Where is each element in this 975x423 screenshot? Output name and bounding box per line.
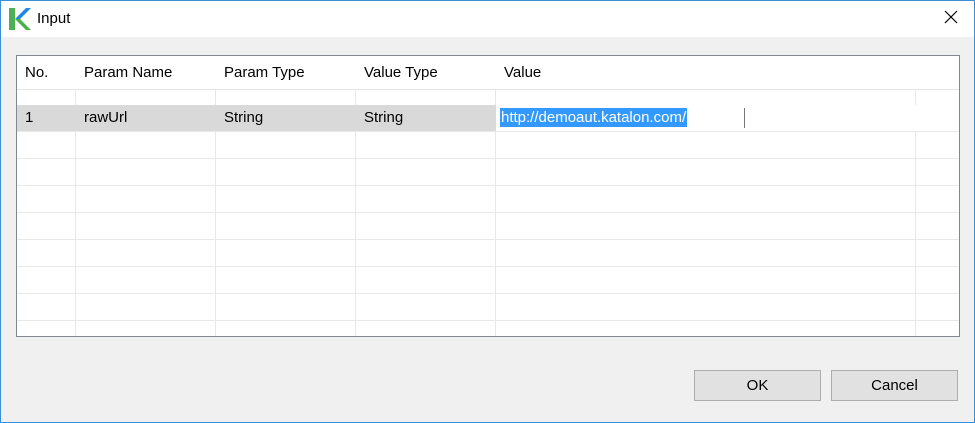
table-row[interactable]: 1 rawUrl String String http://demoaut.ka… (17, 105, 959, 132)
cell-param-name[interactable]: rawUrl (84, 109, 127, 126)
ok-button[interactable]: OK (694, 370, 821, 401)
empty-row[interactable] (17, 186, 959, 213)
dialog-body: No. Param Name Param Type Value Type Val… (1, 38, 974, 422)
close-button[interactable] (928, 1, 974, 37)
empty-row[interactable] (17, 213, 959, 240)
cancel-button[interactable]: Cancel (831, 370, 958, 401)
empty-row[interactable] (17, 132, 959, 159)
empty-row[interactable] (17, 267, 959, 294)
empty-row[interactable] (17, 159, 959, 186)
value-input-selected-text[interactable]: http://demoaut.katalon.com/ (500, 108, 688, 127)
header-param-type[interactable]: Param Type (224, 64, 305, 81)
katalon-logo-icon (7, 7, 31, 31)
cell-param-type[interactable]: String (224, 109, 263, 126)
empty-row[interactable] (17, 240, 959, 267)
close-icon (944, 10, 958, 28)
text-cursor (744, 108, 745, 128)
title-bar[interactable]: Input (1, 1, 974, 37)
header-param-name[interactable]: Param Name (84, 64, 172, 81)
header-value-type[interactable]: Value Type (364, 64, 438, 81)
table-header: No. Param Name Param Type Value Type Val… (17, 56, 959, 90)
empty-row[interactable] (17, 294, 959, 321)
cell-value-type[interactable]: String (364, 109, 403, 126)
input-dialog: Input No. Param Name Param Type Value Ty… (0, 0, 975, 423)
cell-no: 1 (25, 109, 34, 126)
parameters-table[interactable]: No. Param Name Param Type Value Type Val… (16, 55, 960, 337)
empty-row[interactable] (17, 321, 959, 336)
window-title: Input (37, 10, 71, 27)
header-no[interactable]: No. (25, 64, 48, 81)
cell-value-editor[interactable]: http://demoaut.katalon.com/ (496, 105, 959, 131)
header-value[interactable]: Value (504, 64, 541, 81)
